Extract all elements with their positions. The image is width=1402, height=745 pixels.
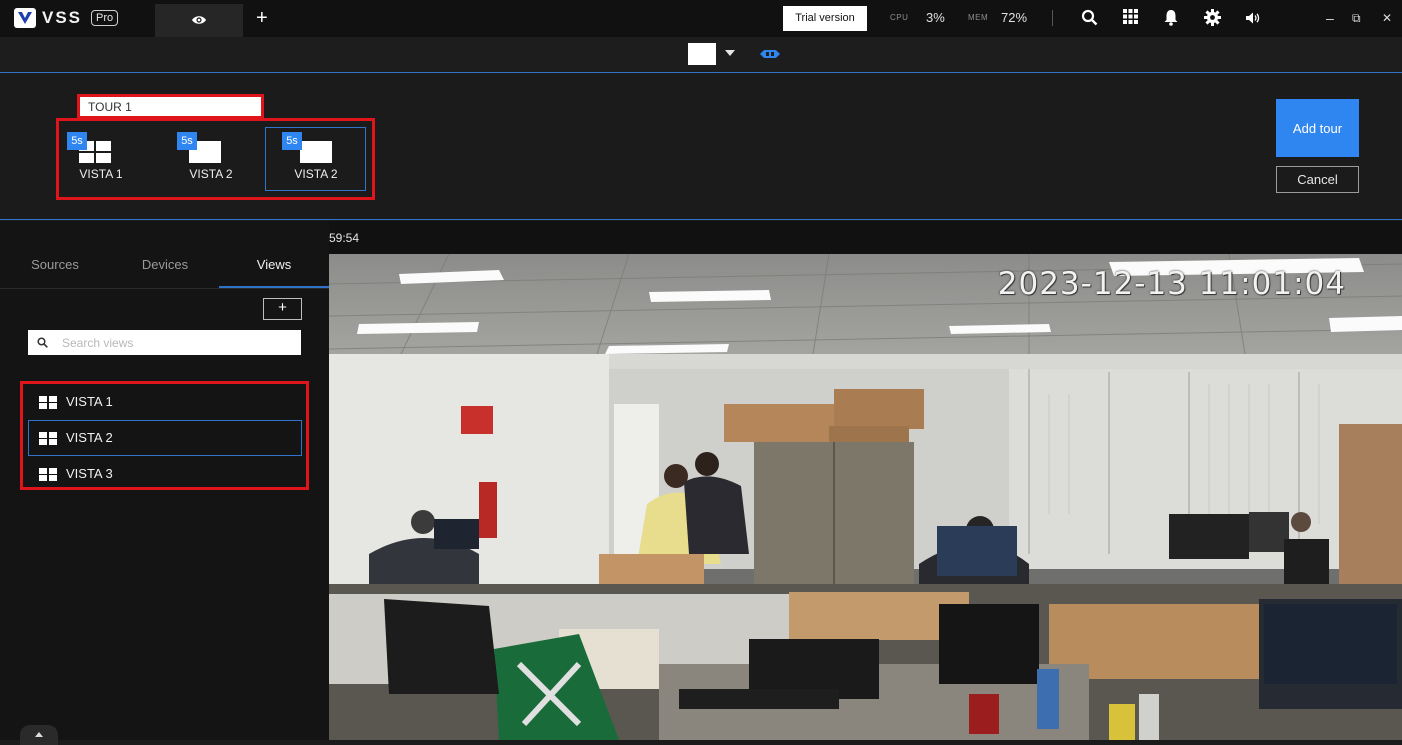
tour-name-highlight bbox=[77, 94, 264, 119]
duration-badge: 5s bbox=[282, 132, 302, 150]
tour-cycle-icon[interactable] bbox=[760, 48, 780, 60]
add-tab-button[interactable]: + bbox=[256, 7, 268, 29]
tour-view-label: VISTA 1 bbox=[79, 167, 123, 181]
add-tour-button[interactable]: Add tour bbox=[1276, 99, 1359, 157]
tab-devices[interactable]: Devices bbox=[110, 257, 220, 272]
view-label: VISTA 2 bbox=[66, 430, 113, 445]
eye-icon bbox=[192, 16, 206, 24]
app-name: VSS bbox=[42, 8, 83, 27]
tour-view-item-selected[interactable]: 5s VISTA 2 bbox=[265, 127, 366, 191]
grid-layout-icon bbox=[39, 396, 57, 409]
search-box[interactable] bbox=[28, 330, 301, 355]
sidebar: Sources Devices Views + VISTA 1 VISTA 2 bbox=[0, 221, 329, 740]
edition-badge: Pro bbox=[91, 10, 119, 26]
list-item[interactable]: VISTA 3 bbox=[28, 456, 302, 492]
trial-version-badge[interactable]: Trial version bbox=[783, 6, 867, 31]
views-list-highlight: VISTA 1 VISTA 2 VISTA 3 bbox=[20, 381, 309, 490]
tab-views[interactable]: Views bbox=[219, 257, 329, 272]
tour-views-highlight: 5s VISTA 1 5s VISTA 2 5s VISTA 2 bbox=[56, 118, 375, 200]
office-camera-image bbox=[329, 254, 1402, 740]
restore-button[interactable]: ⧉ bbox=[1352, 10, 1361, 26]
mem-value: 72% bbox=[1001, 10, 1028, 25]
mem-label: MEM bbox=[968, 13, 989, 22]
tab-live-view[interactable] bbox=[155, 4, 243, 37]
cpu-value: 3% bbox=[926, 10, 945, 25]
duration-badge: 5s bbox=[177, 132, 197, 150]
playback-time: 59:54 bbox=[329, 231, 360, 245]
cancel-button[interactable]: Cancel bbox=[1276, 166, 1359, 193]
tour-view-label: VISTA 2 bbox=[294, 167, 338, 181]
tour-view-item[interactable]: 5s VISTA 1 bbox=[62, 127, 162, 191]
layout-selector[interactable] bbox=[688, 43, 716, 65]
tour-view-item[interactable]: 5s VISTA 2 bbox=[172, 127, 272, 191]
top-bar: VSS Pro + Trial version CPU 3% MEM 72% –… bbox=[0, 0, 1402, 37]
camera-video-feed[interactable]: 2023-12-13 11:01:04 bbox=[329, 254, 1402, 740]
video-header: 59:54 bbox=[329, 221, 1402, 254]
tour-view-label: VISTA 2 bbox=[189, 167, 233, 181]
camera-timestamp-overlay: 2023-12-13 11:01:04 bbox=[997, 266, 1346, 302]
gear-icon[interactable] bbox=[1204, 9, 1221, 26]
grid-layout-icon bbox=[39, 468, 57, 481]
scroll-up-button[interactable] bbox=[20, 725, 58, 745]
tour-editor-panel: 5s VISTA 1 5s VISTA 2 5s VISTA 2 Add tou… bbox=[0, 74, 1402, 220]
grid-layout-icon bbox=[39, 432, 57, 445]
duration-badge: 5s bbox=[67, 132, 87, 150]
view-label: VISTA 1 bbox=[66, 394, 113, 409]
minimize-button[interactable]: – bbox=[1326, 10, 1334, 26]
layout-bar bbox=[0, 37, 1402, 73]
divider bbox=[1052, 10, 1053, 26]
active-tab-indicator bbox=[219, 286, 329, 288]
search-icon[interactable] bbox=[1081, 9, 1098, 26]
close-button[interactable]: ✕ bbox=[1382, 10, 1392, 26]
apps-grid-icon[interactable] bbox=[1123, 9, 1138, 24]
tab-sources[interactable]: Sources bbox=[0, 257, 110, 272]
volume-icon[interactable] bbox=[1246, 12, 1261, 24]
view-label: VISTA 3 bbox=[66, 466, 113, 481]
add-view-button[interactable]: + bbox=[263, 298, 302, 320]
cpu-label: CPU bbox=[890, 13, 909, 22]
list-item-selected[interactable]: VISTA 2 bbox=[28, 420, 302, 456]
divider bbox=[0, 288, 329, 289]
single-layout-icon bbox=[300, 141, 332, 163]
bell-icon[interactable] bbox=[1164, 9, 1178, 26]
search-icon bbox=[37, 337, 48, 348]
vss-logo-icon bbox=[14, 8, 36, 28]
chevron-down-icon[interactable] bbox=[725, 50, 735, 56]
list-item[interactable]: VISTA 1 bbox=[28, 384, 302, 420]
tour-name-input[interactable] bbox=[80, 97, 261, 116]
search-input[interactable] bbox=[62, 330, 298, 355]
